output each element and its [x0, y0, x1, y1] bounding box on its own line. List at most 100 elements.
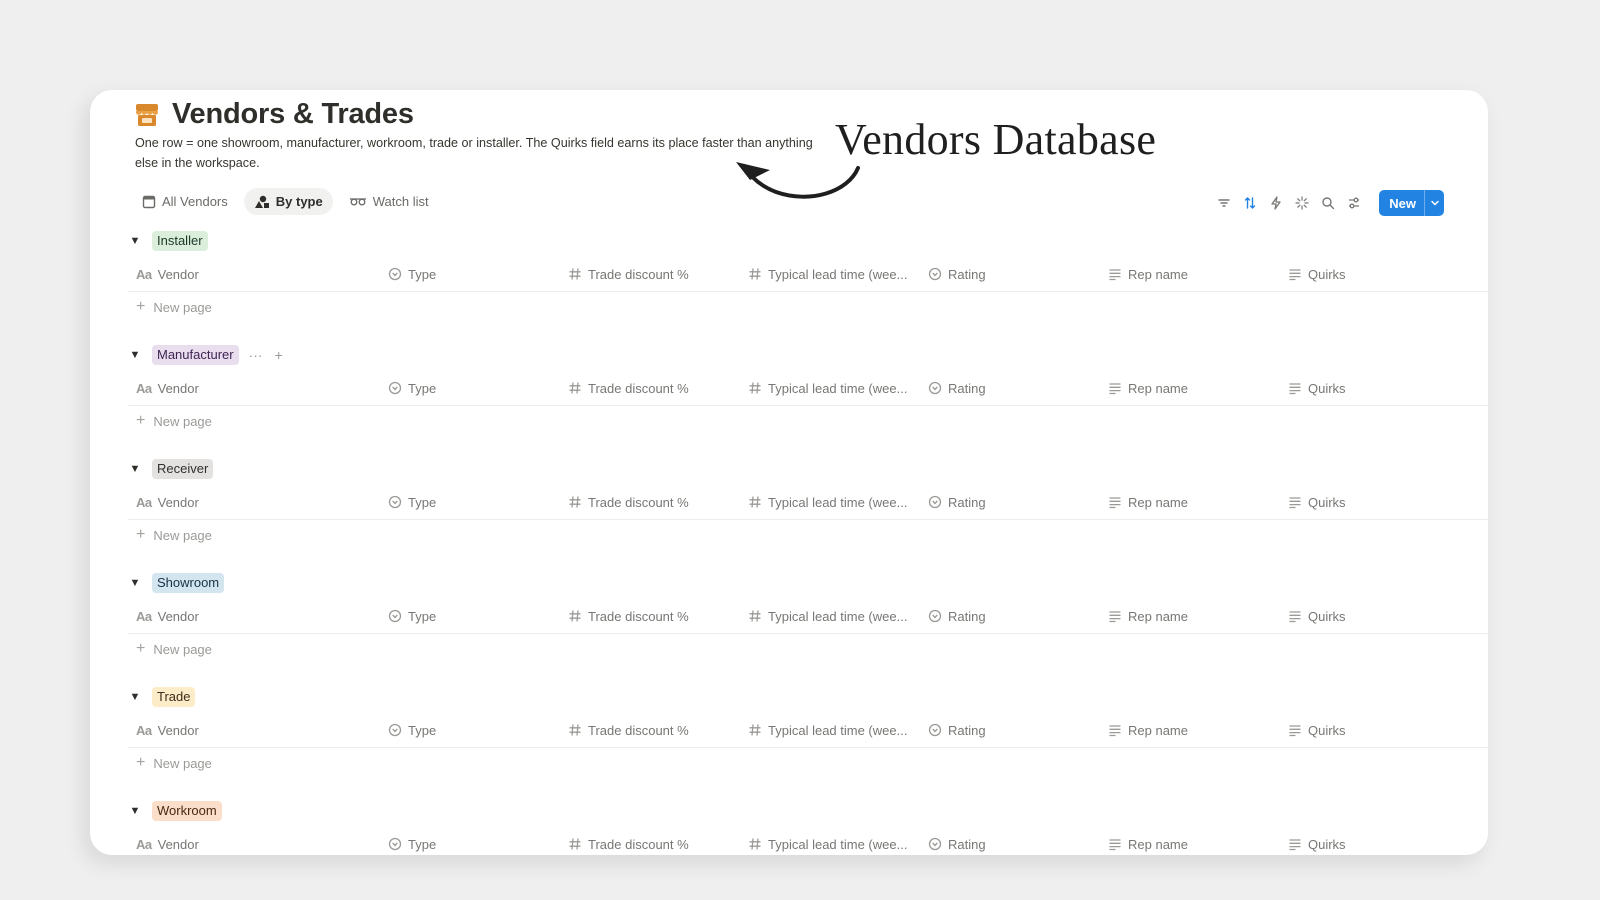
group-showroom: ▼ Showroom Aa Vendor Type Trade discount…	[128, 572, 1488, 686]
column-vendor[interactable]: Aa Vendor	[136, 256, 199, 292]
column-lead-time[interactable]: Typical lead time (wee...	[748, 598, 907, 634]
column-lead-time[interactable]: Typical lead time (wee...	[748, 370, 907, 406]
title-property-icon: Aa	[136, 608, 152, 624]
settings-icon[interactable]	[1345, 194, 1363, 212]
column-rating[interactable]: Rating	[928, 826, 986, 855]
column-type[interactable]: Type	[388, 712, 436, 748]
column-vendor[interactable]: Aa Vendor	[136, 370, 199, 406]
group-tag[interactable]: Receiver	[152, 459, 214, 479]
storefront-icon[interactable]	[134, 102, 160, 128]
title-property-icon: Aa	[136, 266, 152, 282]
column-rep-name[interactable]: Rep name	[1108, 484, 1188, 520]
column-type[interactable]: Type	[388, 598, 436, 634]
page-title[interactable]: Vendors & Trades	[172, 98, 414, 131]
number-property-icon	[569, 724, 581, 736]
collapse-caret-icon[interactable]: ▼	[128, 577, 142, 589]
group-receiver: ▼ Receiver Aa Vendor Type Trade discount…	[128, 458, 1488, 572]
column-rep-name[interactable]: Rep name	[1108, 370, 1188, 406]
collapse-caret-icon[interactable]: ▼	[128, 463, 142, 475]
group-header: ▼ Showroom	[128, 572, 225, 594]
column-rep-name[interactable]: Rep name	[1108, 598, 1188, 634]
column-quirks[interactable]: Quirks	[1288, 598, 1346, 634]
column-header-row: Aa Vendor Type Trade discount % Typical …	[128, 484, 1488, 520]
column-rep-name[interactable]: Rep name	[1108, 256, 1188, 292]
new-page-button[interactable]: + New page	[136, 296, 212, 318]
plus-icon: +	[136, 526, 146, 543]
column-type[interactable]: Type	[388, 256, 436, 292]
group-tag[interactable]: Trade	[152, 687, 196, 707]
column-quirks[interactable]: Quirks	[1288, 826, 1346, 855]
add-icon[interactable]: +	[275, 347, 283, 363]
collapse-caret-icon[interactable]: ▼	[128, 349, 142, 361]
view-tab-all-vendors[interactable]: All Vendors	[132, 188, 238, 215]
text-property-icon	[1289, 383, 1301, 395]
column-trade-discount[interactable]: Trade discount %	[568, 712, 689, 748]
column-trade-discount[interactable]: Trade discount %	[568, 826, 689, 855]
select-property-icon	[928, 495, 942, 509]
number-property-icon	[749, 724, 761, 736]
select-property-icon	[928, 267, 942, 281]
view-tabs: All Vendors By type Watch list	[132, 188, 439, 215]
view-tab-watch-list[interactable]: Watch list	[339, 188, 439, 215]
select-property-icon	[928, 381, 942, 395]
text-property-icon	[1109, 725, 1121, 737]
chevron-down-icon[interactable]	[1424, 190, 1444, 216]
new-page-button[interactable]: + New page	[136, 524, 212, 546]
collapse-caret-icon[interactable]: ▼	[128, 691, 142, 703]
column-vendor[interactable]: Aa Vendor	[136, 712, 199, 748]
plus-icon: +	[136, 298, 146, 315]
column-type[interactable]: Type	[388, 484, 436, 520]
number-property-icon	[749, 610, 761, 622]
text-property-icon	[1109, 611, 1121, 623]
column-trade-discount[interactable]: Trade discount %	[568, 484, 689, 520]
column-trade-discount[interactable]: Trade discount %	[568, 256, 689, 292]
column-type[interactable]: Type	[388, 370, 436, 406]
column-quirks[interactable]: Quirks	[1288, 256, 1346, 292]
group-tag[interactable]: Manufacturer	[152, 345, 239, 365]
column-rating[interactable]: Rating	[928, 256, 986, 292]
automation-icon[interactable]	[1267, 194, 1285, 212]
column-quirks[interactable]: Quirks	[1288, 370, 1346, 406]
column-rep-name[interactable]: Rep name	[1108, 826, 1188, 855]
column-lead-time[interactable]: Typical lead time (wee...	[748, 712, 907, 748]
page-description[interactable]: One row = one showroom, manufacturer, wo…	[135, 134, 815, 173]
column-vendor[interactable]: Aa Vendor	[136, 826, 199, 855]
new-page-button[interactable]: + New page	[136, 638, 212, 660]
column-lead-time[interactable]: Typical lead time (wee...	[748, 484, 907, 520]
column-type[interactable]: Type	[388, 826, 436, 855]
new-page-button[interactable]: + New page	[136, 752, 212, 774]
number-property-icon	[749, 838, 761, 850]
new-button[interactable]: New	[1379, 190, 1444, 216]
group-tag[interactable]: Showroom	[152, 573, 225, 593]
title-property-icon: Aa	[136, 494, 152, 510]
group-tag[interactable]: Installer	[152, 231, 208, 251]
search-icon[interactable]	[1319, 194, 1337, 212]
column-vendor[interactable]: Aa Vendor	[136, 598, 199, 634]
column-lead-time[interactable]: Typical lead time (wee...	[748, 256, 907, 292]
group-tag[interactable]: Workroom	[152, 801, 222, 821]
more-options-icon[interactable]: ···	[249, 347, 263, 363]
collapse-caret-icon[interactable]: ▼	[128, 235, 142, 247]
column-rating[interactable]: Rating	[928, 484, 986, 520]
sort-icon[interactable]	[1241, 194, 1259, 212]
column-quirks[interactable]: Quirks	[1288, 484, 1346, 520]
text-property-icon	[1289, 611, 1301, 623]
column-trade-discount[interactable]: Trade discount %	[568, 370, 689, 406]
title-property-icon: Aa	[136, 380, 152, 396]
ai-sparkle-icon[interactable]	[1293, 194, 1311, 212]
collapse-caret-icon[interactable]: ▼	[128, 805, 142, 817]
column-trade-discount[interactable]: Trade discount %	[568, 598, 689, 634]
group-header: ▼ Manufacturer ··· +	[128, 344, 283, 366]
column-vendor[interactable]: Aa Vendor	[136, 484, 199, 520]
column-quirks[interactable]: Quirks	[1288, 712, 1346, 748]
filter-icon[interactable]	[1215, 194, 1233, 212]
new-button-label: New	[1389, 195, 1416, 211]
column-rating[interactable]: Rating	[928, 712, 986, 748]
column-rep-name[interactable]: Rep name	[1108, 712, 1188, 748]
column-rating[interactable]: Rating	[928, 598, 986, 634]
new-page-button[interactable]: + New page	[136, 410, 212, 432]
select-property-icon	[388, 609, 402, 623]
column-lead-time[interactable]: Typical lead time (wee...	[748, 826, 907, 855]
column-rating[interactable]: Rating	[928, 370, 986, 406]
view-tab-by-type[interactable]: By type	[243, 188, 333, 215]
